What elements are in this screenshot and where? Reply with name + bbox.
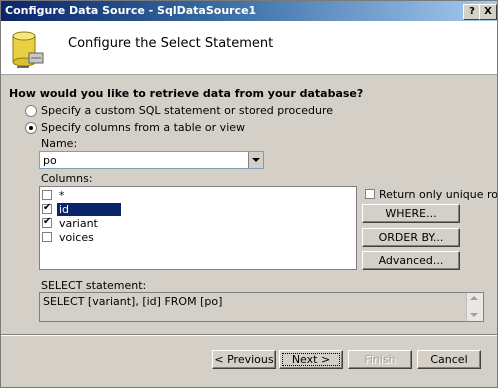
chevron-down-icon[interactable] [248, 152, 263, 168]
select-statement-box[interactable]: SELECT [variant], [id] FROM [po] [39, 292, 484, 322]
unique-rows-checkbox[interactable] [365, 189, 375, 199]
divider [1, 334, 497, 336]
wizard-header: Configure the Select Statement [1, 21, 497, 75]
cancel-button[interactable]: Cancel [417, 350, 481, 369]
column-checkbox[interactable] [42, 190, 52, 200]
column-label: voices [59, 231, 94, 244]
column-checkbox[interactable] [42, 216, 52, 228]
order-by-button[interactable]: ORDER BY... [362, 228, 460, 247]
previous-button[interactable]: < Previous [212, 350, 276, 369]
columns-list[interactable]: * id variant voices [39, 186, 357, 270]
select-statement-label: SELECT statement: [41, 279, 147, 292]
finish-button[interactable]: Finish [348, 350, 412, 369]
unique-rows-label[interactable]: Return only unique rows [379, 188, 497, 201]
window-title: Configure Data Source - SqlDataSource1 [5, 4, 257, 17]
scrollbar[interactable] [466, 293, 483, 321]
database-icon [12, 31, 44, 68]
column-checkbox[interactable] [42, 232, 52, 242]
table-columns-radio[interactable] [25, 122, 37, 134]
table-name-value: po [43, 154, 57, 167]
title-bar[interactable]: Configure Data Source - SqlDataSource1 ?… [1, 1, 497, 21]
column-label: * [59, 189, 65, 202]
column-label: variant [59, 217, 98, 230]
where-button[interactable]: WHERE... [362, 204, 460, 223]
custom-sql-radio[interactable] [25, 105, 37, 117]
column-checkbox[interactable] [42, 202, 52, 214]
column-label: id [57, 203, 121, 216]
next-button[interactable]: Next > [279, 350, 343, 369]
scroll-down-icon[interactable] [470, 313, 478, 317]
advanced-button[interactable]: Advanced... [362, 251, 460, 270]
name-label: Name: [41, 137, 78, 150]
close-button[interactable]: X [479, 4, 497, 20]
custom-sql-label[interactable]: Specify a custom SQL statement or stored… [41, 104, 333, 117]
question-label: How would you like to retrieve data from… [9, 87, 364, 100]
select-statement-text: SELECT [variant], [id] FROM [po] [43, 295, 223, 308]
scroll-up-icon[interactable] [470, 296, 478, 300]
page-title: Configure the Select Statement [68, 36, 274, 51]
columns-label: Columns: [41, 172, 93, 185]
table-columns-label[interactable]: Specify columns from a table or view [41, 121, 245, 134]
dialog-window: Configure Data Source - SqlDataSource1 ?… [0, 0, 498, 388]
table-name-dropdown[interactable]: po [39, 151, 264, 169]
